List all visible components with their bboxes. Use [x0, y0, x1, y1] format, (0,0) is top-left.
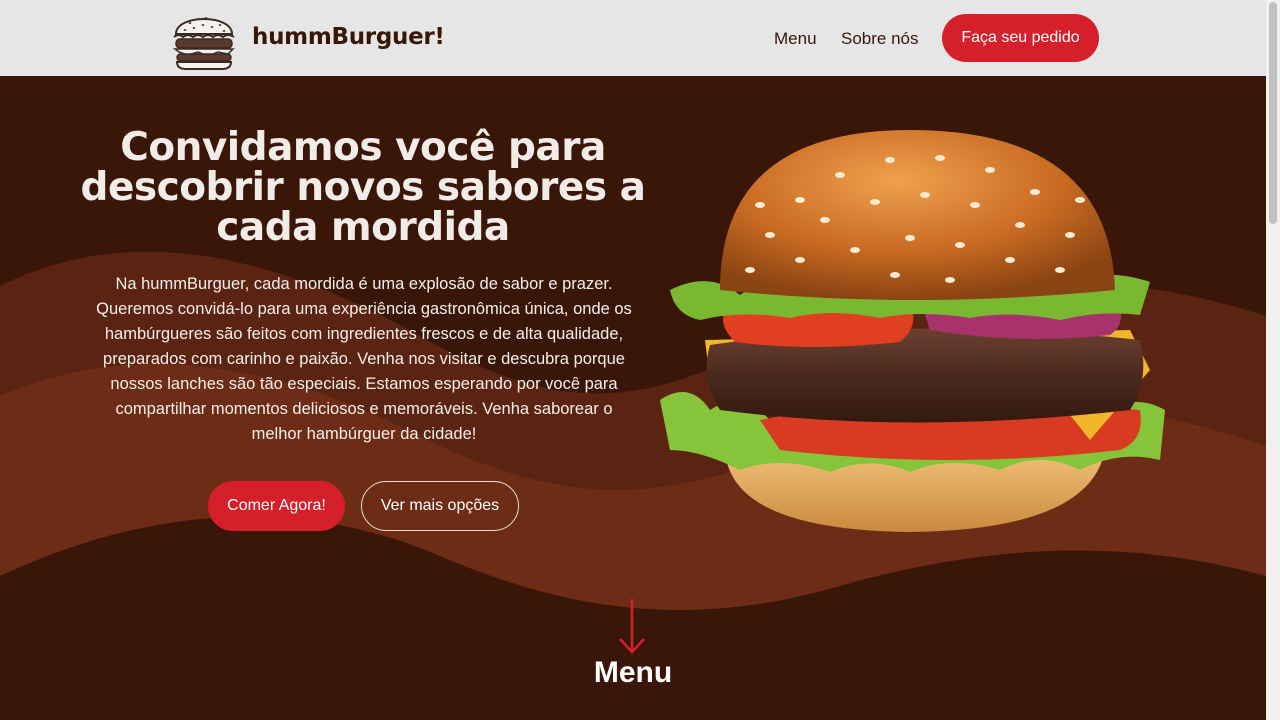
nav-menu-link[interactable]: Menu — [774, 29, 817, 49]
page-scrollbar[interactable] — [1266, 0, 1280, 720]
eat-now-button[interactable]: Comer Agora! — [208, 481, 345, 531]
hero-section: Convidamos você para descobrir novos sab… — [0, 76, 1266, 720]
hero-headline: Convidamos você para descobrir novos sab… — [80, 125, 646, 250]
scrollbar-thumb[interactable] — [1269, 2, 1277, 224]
burger-logo-icon[interactable] — [170, 6, 238, 70]
burger-image — [660, 130, 1165, 532]
site-header: hummBurguer! Menu Sobre nós Faça seu ped… — [0, 0, 1266, 76]
arrow-down-icon[interactable] — [617, 597, 647, 655]
nav-about-link[interactable]: Sobre nós — [841, 29, 919, 49]
hero-intro-text: Na hummBurguer, cada mordida é uma explo… — [96, 275, 632, 443]
order-button[interactable]: Faça seu pedido — [942, 14, 1099, 62]
more-options-button[interactable]: Ver mais opções — [361, 481, 519, 531]
menu-section-title: Menu — [593, 656, 673, 689]
brand-name[interactable]: hummBurguer! — [252, 24, 445, 50]
